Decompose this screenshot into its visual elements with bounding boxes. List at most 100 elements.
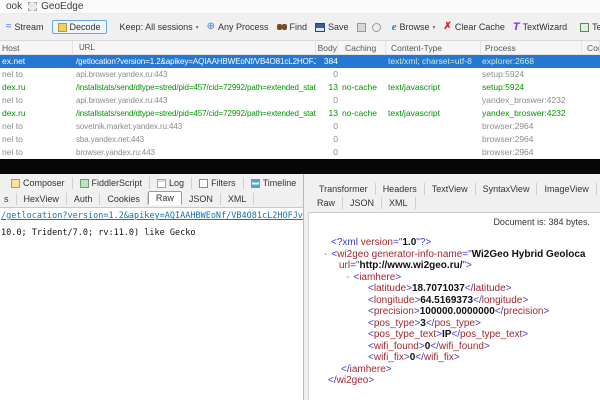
request-url-link[interactable]: /getlocation?version=1.2&apikey=AQIAAHBW… (0, 208, 303, 221)
tab-label: JSON (189, 194, 213, 204)
find-button[interactable]: Find (277, 22, 308, 32)
tab-hexview[interactable]: HexView (17, 193, 67, 205)
cell-url: browser.yandex.ru:443 (76, 146, 316, 159)
tab-label: XML (228, 194, 247, 204)
session-row[interactable]: dex.ru/installstats/send/dtype=stred/pid… (0, 107, 600, 120)
text-wizard-button[interactable]: T TextWizard (513, 22, 567, 32)
tab-fiddlerscript[interactable]: FiddlerScript (73, 177, 151, 189)
decode-toggle-button[interactable]: Decode (52, 20, 107, 34)
cell-content-type: text/xml; charset=utf-8 (388, 55, 481, 68)
xml-token: 1.0 (402, 237, 416, 248)
browse-button[interactable]: e Browse ▾ (392, 22, 436, 32)
cell-body: 0 (310, 133, 338, 146)
tab-log[interactable]: Log (150, 177, 192, 189)
xml-token: =" (462, 249, 471, 260)
request-raw-view[interactable]: /getlocation?version=1.2&apikey=AQIAAHBW… (0, 207, 303, 400)
collapse-marker-icon[interactable]: - (324, 249, 327, 260)
xml-token: iamhere (350, 364, 386, 375)
request-main-tabs: ComposerFiddlerScriptLogFiltersTimelineA… (0, 174, 303, 190)
tab-json[interactable]: JSON (182, 193, 221, 205)
tab-cookies[interactable]: Cookies (100, 193, 148, 205)
tab-auth[interactable]: Auth (67, 193, 101, 205)
tab-s[interactable]: s (2, 193, 17, 205)
xml-token: precision (374, 306, 414, 317)
timeline-icon (251, 179, 260, 188)
any-process-button[interactable]: ⊕ Any Process (207, 22, 269, 32)
tab-label: ImageView (544, 184, 588, 194)
session-row[interactable]: dex.ru/installstats/send/dtype=stred/pid… (0, 81, 600, 94)
session-row[interactable]: nel toapi.browser.yandex.ru:4430setup:59… (0, 68, 600, 81)
session-row[interactable]: nel tobrowser.yandex.ru:4430browser:2964 (0, 146, 600, 159)
xml-token: 18.7071037 (412, 283, 465, 294)
column-header-content-type[interactable]: Content-Type (388, 41, 481, 55)
cell-process: setup:5924 (482, 68, 582, 81)
tab-syntaxview[interactable]: SyntaxView (476, 183, 538, 195)
screenshot-button[interactable] (357, 23, 384, 32)
xml-token: wifi_fix (424, 352, 454, 363)
xml-line: url="http://www.wi2geo.ru/"> (324, 260, 600, 272)
stream-label: Stream (15, 22, 44, 32)
xml-token: > (395, 272, 401, 283)
xml-line: <?xml version="1.0"?> (324, 237, 600, 249)
cell-url: sovetnik.market.yandex.ru:443 (76, 120, 316, 133)
session-row[interactable]: nel toapi.browser.yandex.ru:4430yandex_b… (0, 94, 600, 107)
tab-label: Raw (156, 193, 174, 203)
xml-token: longitude (482, 295, 523, 306)
column-header-body[interactable]: Body (310, 41, 338, 55)
tab-xml[interactable]: XML (221, 193, 255, 205)
screenshot-icon (357, 23, 366, 32)
tearoff-label: Tearoff (592, 22, 600, 32)
browser-icon: e (392, 22, 397, 32)
tab-timeline[interactable]: Timeline (244, 177, 303, 189)
cell-caching (342, 133, 386, 146)
cell-url: api.browser.yandex.ru:443 (76, 68, 316, 81)
cell-content-type (388, 94, 481, 107)
cell-body: 13 (310, 81, 338, 94)
tab-headers[interactable]: Headers (376, 183, 425, 195)
session-row[interactable]: nel tosba.yandex.net:4430browser:2964 (0, 133, 600, 146)
save-label: Save (328, 22, 349, 32)
column-header-caching[interactable]: Caching (342, 41, 386, 55)
quickexec-command-line[interactable] (0, 159, 600, 174)
cell-body: 0 (310, 68, 338, 81)
tab-xml[interactable]: XML (382, 197, 416, 209)
xml-token: precision (503, 306, 543, 317)
stream-button[interactable]: ≈ Stream (6, 22, 44, 32)
menu-bar: ook GeoEdge (0, 0, 600, 14)
tab-transformer[interactable]: Transformer (312, 183, 376, 195)
column-header-comm[interactable]: Comm (584, 41, 600, 55)
collapse-marker-icon[interactable]: - (346, 272, 349, 283)
clear-cache-button[interactable]: ✗ Clear Cache (443, 22, 504, 32)
timer-icon (372, 23, 381, 32)
keep-sessions-dropdown[interactable]: Keep: All sessions ▾ (120, 22, 199, 32)
tab-textview[interactable]: TextView (425, 183, 476, 195)
xml-token: > (522, 295, 528, 306)
tab-json[interactable]: JSON (343, 197, 382, 209)
session-row[interactable]: ex.net/getlocation?version=1.2&apikey=AQ… (0, 55, 600, 68)
tab-raw[interactable]: Raw (148, 191, 182, 205)
tab-imageview[interactable]: ImageView (537, 183, 596, 195)
tearoff-button[interactable]: Tearoff (580, 22, 600, 32)
tab-raw[interactable]: Raw (310, 197, 343, 209)
column-header-process[interactable]: Process (482, 41, 582, 55)
xml-token: latitude (374, 283, 406, 294)
tab-composer[interactable]: Composer (4, 177, 73, 189)
column-header-host[interactable]: Host (0, 41, 73, 55)
tab-label: s (4, 194, 9, 204)
tab-filters[interactable]: Filters (192, 177, 244, 189)
column-header-url[interactable]: URL (76, 41, 316, 55)
xml-tree-view[interactable]: <?xml version="1.0"?>-<wi2geo generator-… (309, 237, 600, 387)
xml-token: </ (473, 295, 482, 306)
cell-body: 0 (310, 120, 338, 133)
menu-item-partial[interactable]: ook (6, 1, 22, 12)
menu-item-geoedge[interactable]: GeoEdge (28, 1, 83, 12)
cell-process: browser:2964 (482, 120, 582, 133)
xml-token: > (506, 283, 512, 294)
xml-token: wi2geo (337, 249, 369, 260)
xml-line: <pos_type>3</pos_type> (324, 318, 600, 330)
keep-sessions-label: Keep: All sessions (120, 22, 193, 32)
cell-host: dex.ru (0, 107, 73, 120)
session-row[interactable]: nel tosovetnik.market.yandex.ru:4430brow… (0, 120, 600, 133)
save-button[interactable]: Save (315, 22, 349, 32)
cell-content-type (388, 120, 481, 133)
